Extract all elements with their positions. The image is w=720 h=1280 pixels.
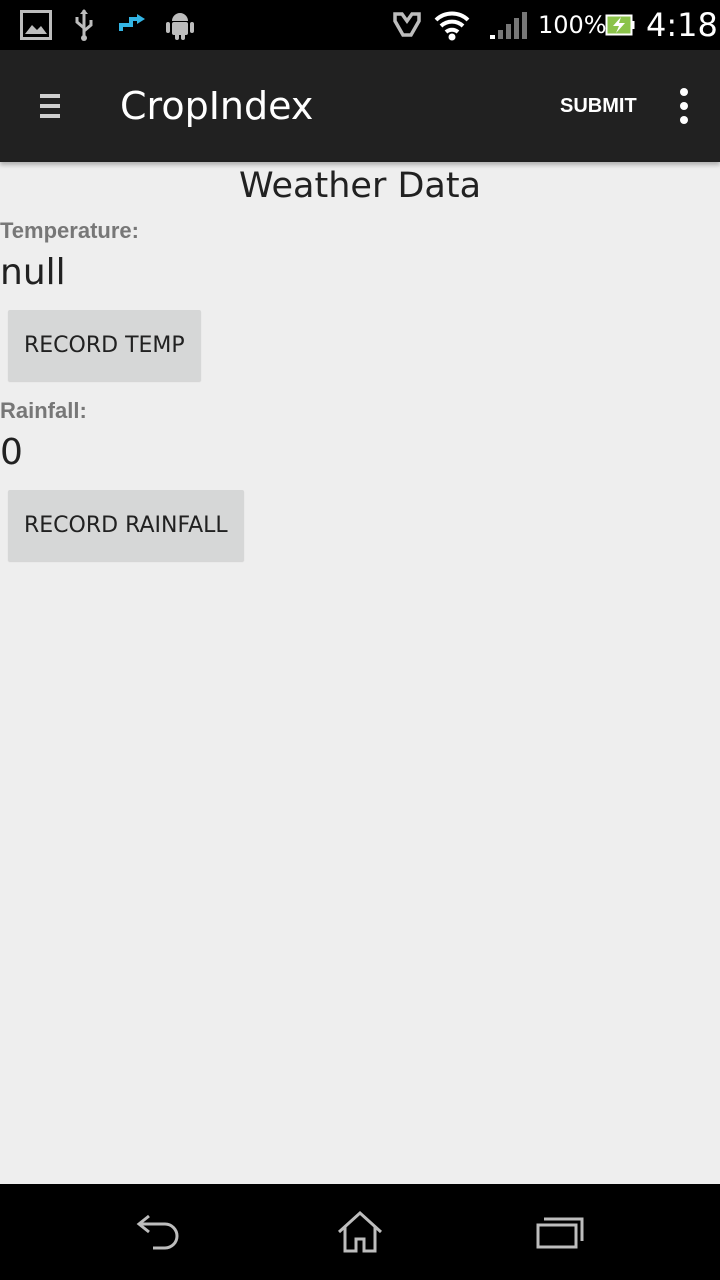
- overflow-menu-icon[interactable]: [668, 86, 700, 126]
- usb-icon: [70, 0, 98, 50]
- record-rainfall-button[interactable]: RECORD RAINFALL: [8, 490, 244, 561]
- battery-charging-icon: [604, 0, 636, 50]
- action-bar: CropIndex SUBMIT: [0, 50, 720, 162]
- sync-icon: [116, 0, 148, 50]
- nfc-icon: [390, 0, 424, 50]
- battery-percent: 100%: [538, 11, 607, 39]
- clock: 4:18: [646, 6, 718, 44]
- app-title: CropIndex: [120, 84, 314, 128]
- android-icon: [164, 0, 196, 50]
- signal-icon: [486, 0, 530, 50]
- temperature-value: null: [0, 252, 66, 293]
- recent-apps-icon[interactable]: [500, 1184, 620, 1280]
- submit-button[interactable]: SUBMIT: [546, 50, 651, 162]
- status-bar: 100% 4:18: [0, 0, 720, 50]
- hamburger-menu-icon[interactable]: [36, 88, 64, 124]
- wifi-icon: [432, 0, 472, 50]
- rainfall-label: Rainfall:: [0, 398, 87, 423]
- page-title: Weather Data: [238, 166, 482, 206]
- navigation-bar: [0, 1184, 720, 1280]
- gallery-icon: [18, 0, 54, 50]
- back-icon[interactable]: [100, 1184, 220, 1280]
- rainfall-value: 0: [0, 432, 23, 473]
- temperature-label: Temperature:: [0, 218, 139, 243]
- record-temp-button[interactable]: RECORD TEMP: [8, 310, 201, 381]
- home-icon[interactable]: [300, 1184, 420, 1280]
